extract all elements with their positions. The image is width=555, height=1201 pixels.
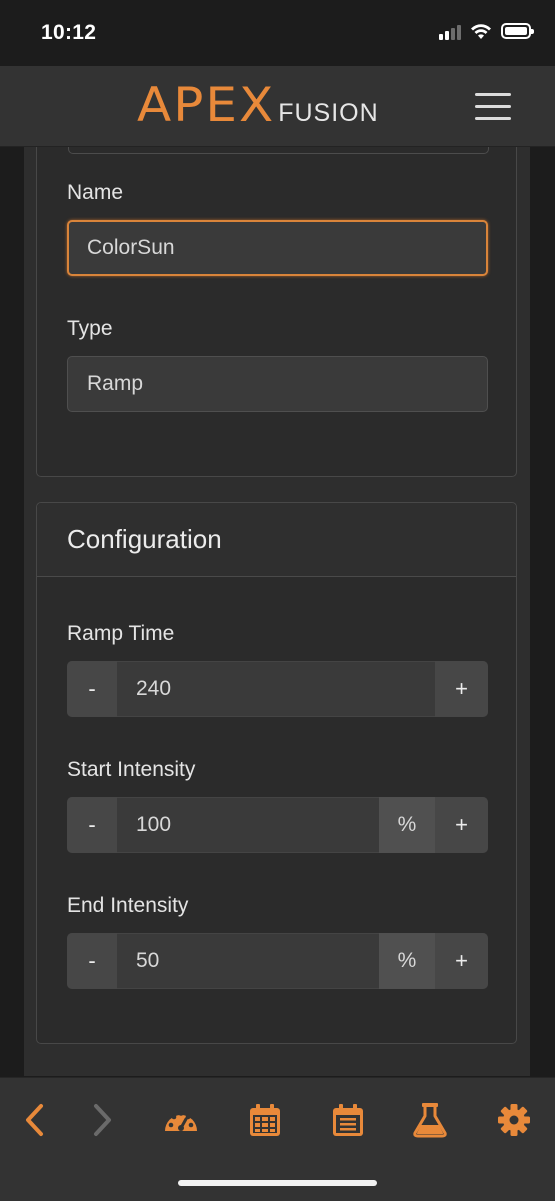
notes-calendar-icon[interactable]: [328, 1100, 368, 1140]
start-intensity-stepper: - 100 % +: [67, 797, 488, 853]
end-intensity-label: End Intensity: [67, 894, 189, 917]
configuration-header: Configuration: [37, 503, 516, 577]
general-card: Name ColorSun Type Ramp: [36, 147, 517, 477]
status-time: 10:12: [41, 21, 97, 44]
start-intensity-label: Start Intensity: [67, 758, 196, 781]
ramp-time-minus-button[interactable]: -: [67, 661, 117, 717]
back-arrow-icon[interactable]: [14, 1100, 54, 1140]
ramp-time-input[interactable]: 240: [117, 661, 435, 717]
ramp-time-stepper: - 240 +: [67, 661, 488, 717]
end-intensity-stepper: - 50 % +: [67, 933, 488, 989]
type-field[interactable]: Ramp: [67, 356, 488, 412]
dashboard-gauge-icon[interactable]: [161, 1100, 201, 1140]
end-intensity-minus-button[interactable]: -: [67, 933, 117, 989]
start-intensity-input[interactable]: 100: [117, 797, 379, 853]
name-label: Name: [67, 181, 124, 204]
main-content[interactable]: Name ColorSun Type Ramp Configuration Ra…: [24, 147, 530, 1076]
ramp-time-plus-button[interactable]: +: [435, 661, 488, 717]
battery-icon: [501, 23, 534, 39]
configuration-title: Configuration: [67, 524, 222, 554]
start-intensity-plus-button[interactable]: +: [435, 797, 488, 853]
home-indicator: [178, 1180, 377, 1186]
end-intensity-input[interactable]: 50: [117, 933, 379, 989]
logo-main-text: APEX: [137, 77, 276, 133]
wifi-icon: [471, 23, 491, 39]
configuration-card: Configuration Ramp Time - 240 + Start In…: [36, 502, 517, 1044]
previous-field-edge: [68, 147, 489, 154]
app-header: APEX FUSION: [0, 66, 555, 147]
hamburger-menu-icon[interactable]: [475, 93, 513, 121]
logo-sub-text: FUSION: [278, 99, 379, 127]
end-intensity-unit: %: [379, 933, 435, 989]
end-intensity-plus-button[interactable]: +: [435, 933, 488, 989]
type-label: Type: [67, 317, 113, 340]
status-icons: [439, 22, 534, 40]
name-input[interactable]: ColorSun: [67, 220, 488, 276]
flask-icon[interactable]: [410, 1100, 450, 1140]
forward-arrow-icon[interactable]: [83, 1100, 123, 1140]
ramp-time-label: Ramp Time: [67, 622, 175, 645]
apex-fusion-logo: APEX FUSION: [137, 77, 379, 133]
gear-icon[interactable]: [494, 1100, 534, 1140]
cellular-signal-icon: [439, 22, 461, 40]
calendar-icon[interactable]: [245, 1100, 285, 1140]
status-bar: 10:12: [0, 0, 555, 66]
start-intensity-unit: %: [379, 797, 435, 853]
start-intensity-minus-button[interactable]: -: [67, 797, 117, 853]
